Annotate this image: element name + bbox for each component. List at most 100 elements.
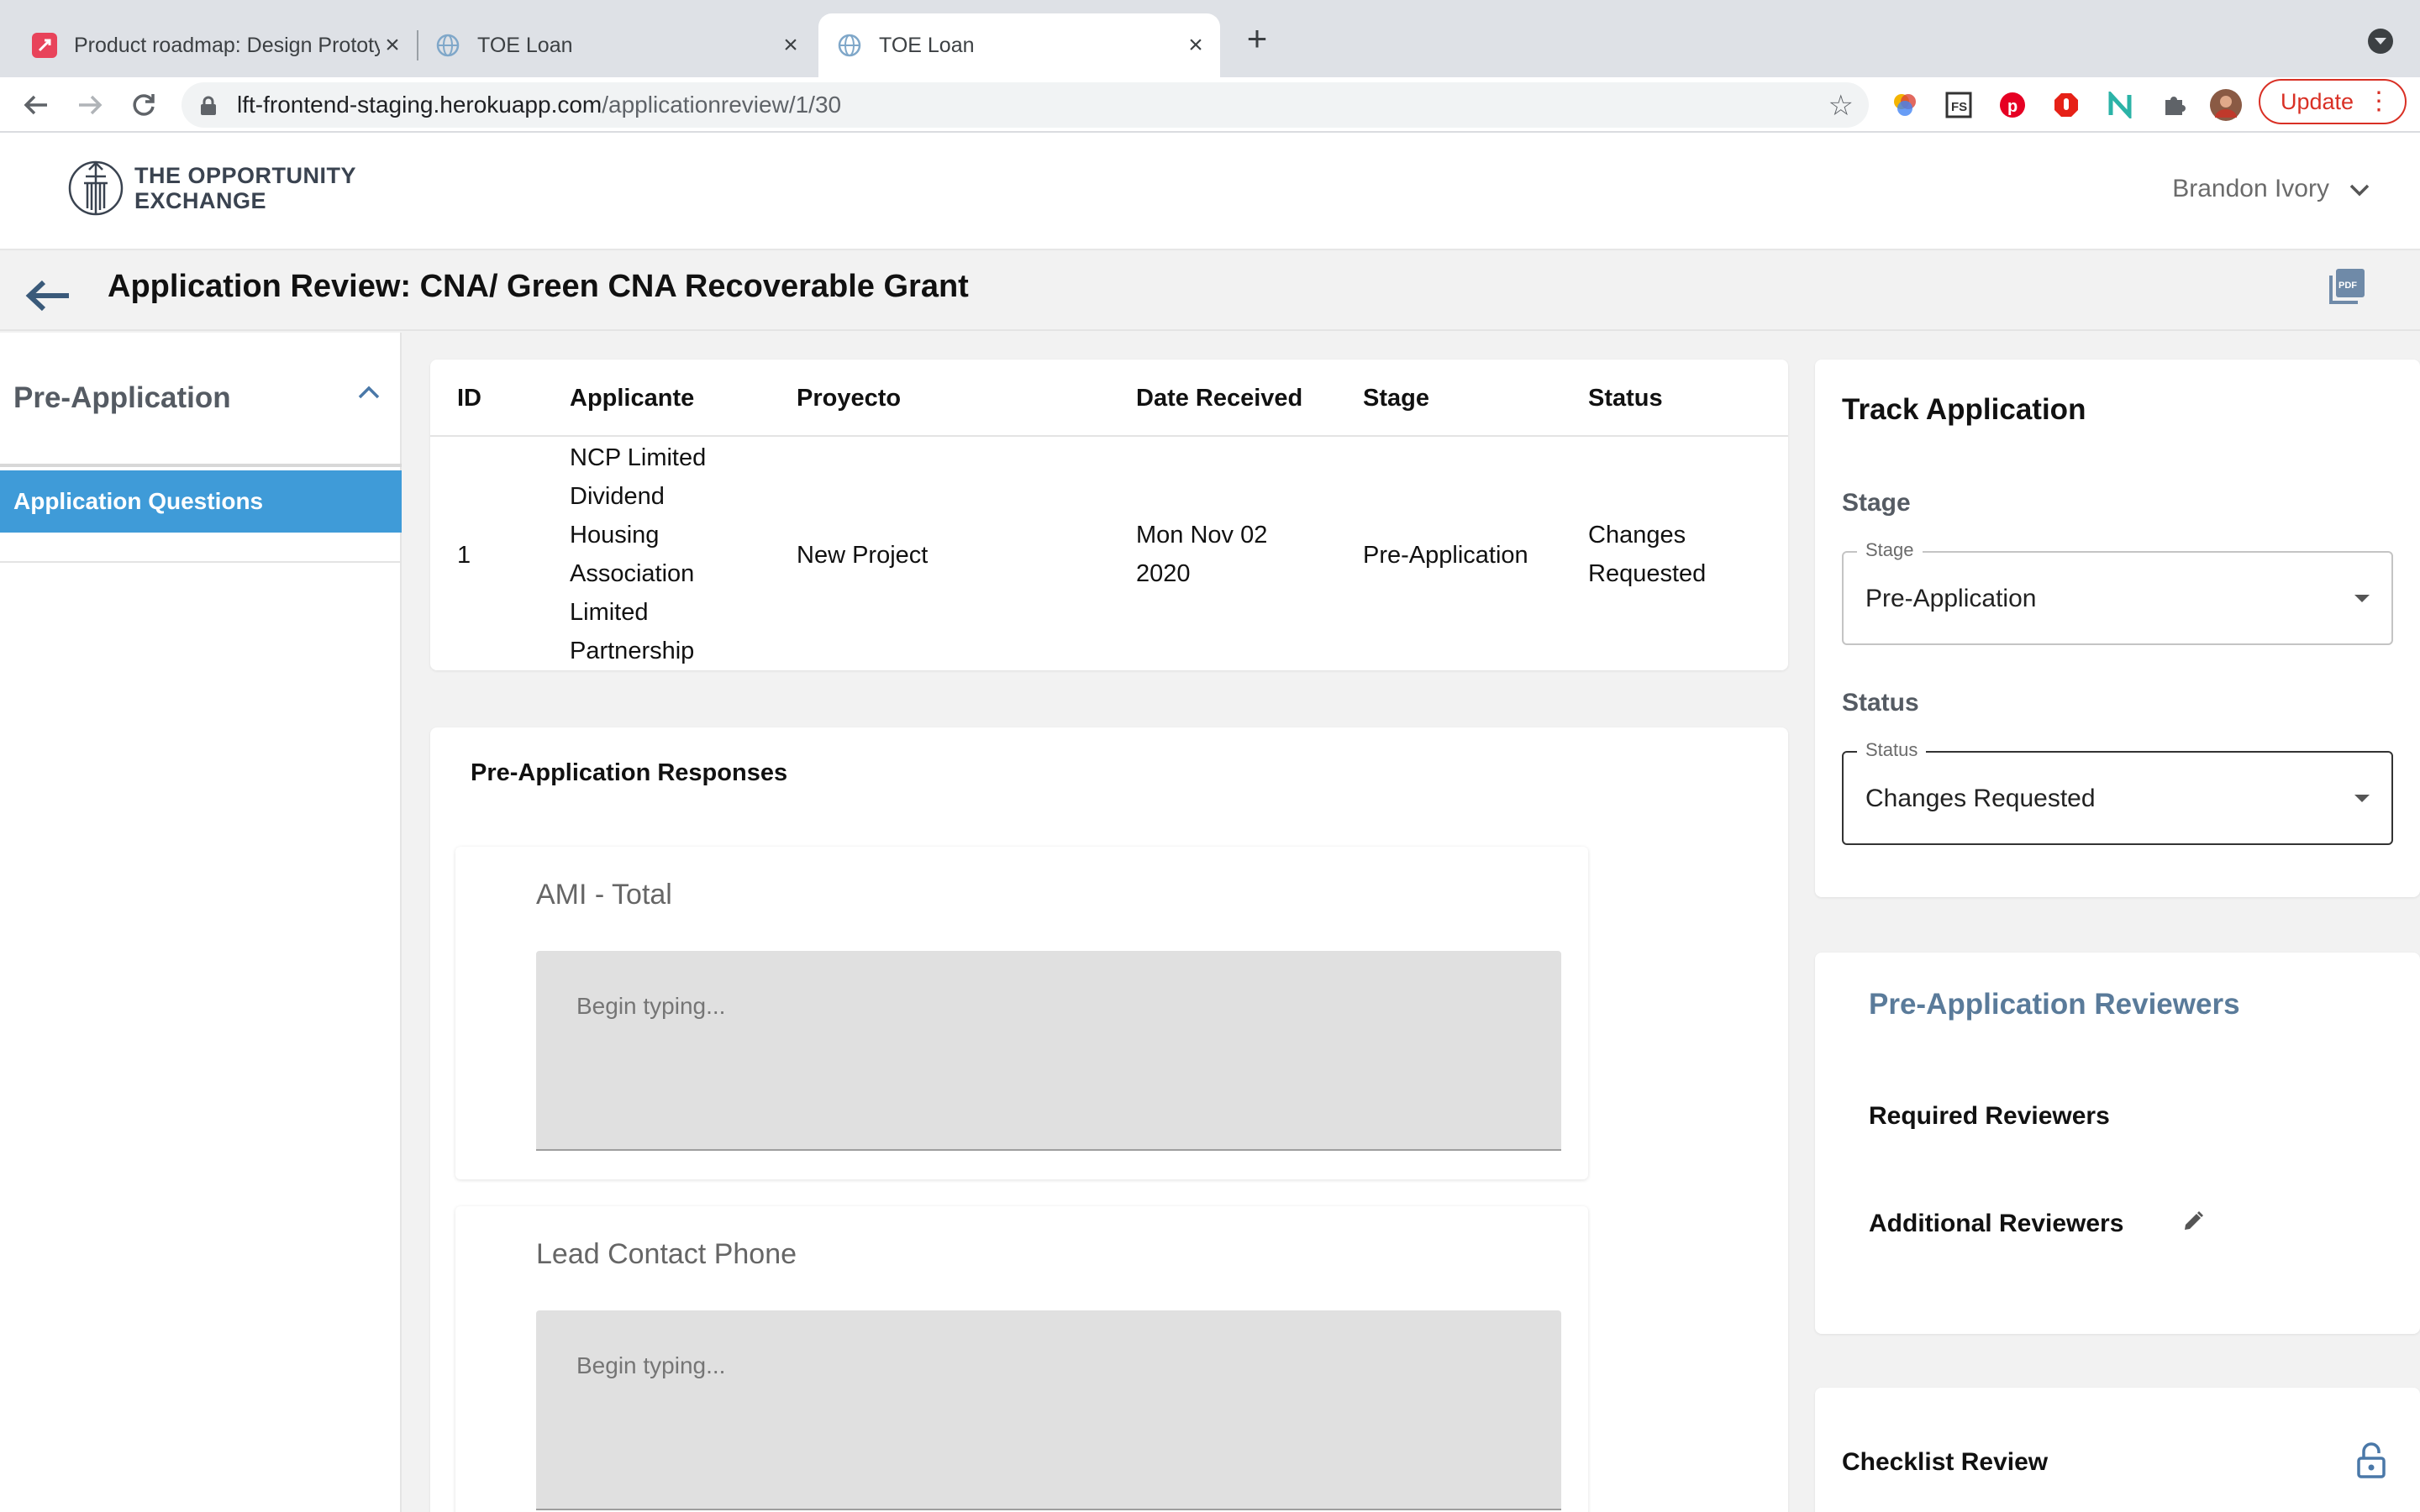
browser-tabstrip: Product roadmap: Design Prototyping × TO…: [0, 0, 2420, 77]
page-title: Application Review: CNA/ Green CNA Recov…: [108, 269, 969, 304]
tab-close-icon[interactable]: ×: [778, 31, 803, 59]
cell-status: Changes Requested: [1588, 516, 1706, 593]
tab-title: TOE Loan: [879, 33, 975, 57]
puzzle-extensions-icon[interactable]: [2158, 89, 2190, 121]
column-header-status: Status: [1588, 385, 1663, 412]
status-line: Changes: [1588, 522, 1686, 549]
column-header-project: Proyecto: [797, 385, 902, 412]
chevron-down-icon: [2349, 175, 2370, 203]
column-header-stage: Stage: [1363, 385, 1429, 412]
dropdown-caret-icon: [2354, 795, 2370, 802]
lead-contact-phone-input[interactable]: [536, 1310, 1561, 1510]
tab-search-icon[interactable]: [2368, 29, 2393, 54]
applicant-line: Partnership: [570, 638, 695, 664]
additional-reviewers-row: Additional Reviewers: [1869, 1210, 2203, 1238]
browser-forward-icon[interactable]: [71, 86, 109, 124]
browser-reload-icon[interactable]: [124, 86, 163, 124]
pre-application-reviewers-panel: Pre-Application Reviewers Required Revie…: [1815, 953, 2420, 1334]
applicant-line: NCP Limited: [570, 444, 707, 471]
status-heading: Status: [1842, 689, 1919, 717]
stage-select-legend: Stage: [1857, 539, 1923, 561]
browser-tab-toe-loan[interactable]: TOE Loan ×: [422, 13, 812, 77]
cell-date-received: Mon Nov 02 2020: [1136, 516, 1267, 593]
profile-avatar-icon[interactable]: [2210, 89, 2242, 121]
date-line: 2020: [1136, 560, 1191, 587]
globe-favicon-icon: [837, 33, 862, 58]
stage-select[interactable]: Stage Pre-Application: [1842, 539, 2393, 645]
url-path: /applicationreview/1/30: [602, 92, 842, 118]
track-application-panel: Track Application Stage Stage Pre-Applic…: [1815, 360, 2420, 897]
browser-back-icon[interactable]: [17, 86, 55, 124]
user-name: Brandon Ivory: [2172, 175, 2329, 202]
roadmap-favicon-icon: [32, 33, 57, 58]
logo-emblem-icon: [68, 160, 124, 216]
table-header-row: ID Applicante Proyecto Date Received Sta…: [430, 360, 1788, 437]
ami-total-input[interactable]: [536, 951, 1561, 1151]
status-select[interactable]: Status Changes Requested: [1842, 739, 2393, 845]
applicant-line: Dividend: [570, 483, 665, 510]
pencil-icon[interactable]: [2181, 1210, 2205, 1240]
reviewers-title: Pre-Application Reviewers: [1869, 988, 2240, 1021]
tab-separator: [417, 30, 418, 60]
sidebar-section-pre-application[interactable]: Pre-Application: [0, 333, 402, 467]
pinterest-extension-icon[interactable]: p: [1996, 89, 2028, 121]
sidebar-divider: [0, 561, 402, 563]
svg-text:FS: FS: [1951, 100, 1967, 114]
sidebar-section-label: Pre-Application: [13, 381, 231, 414]
opportunity-exchange-logo[interactable]: THE OPPORTUNITY EXCHANGE: [67, 158, 356, 218]
checklist-review-panel: Checklist Review: [1815, 1388, 2420, 1512]
bookmark-star-icon[interactable]: ☆: [1828, 89, 1854, 123]
pre-application-responses: Pre-Application Responses AMI - Total Le…: [430, 727, 1788, 1512]
adblock-extension-icon[interactable]: [2050, 89, 2082, 121]
cell-project: New Project: [797, 542, 929, 569]
globe-favicon-icon: [435, 33, 460, 58]
logo-line-2: EXCHANGE: [134, 188, 267, 213]
sidebar-item-application-questions[interactable]: Application Questions: [0, 470, 402, 533]
status-line: Requested: [1588, 560, 1707, 587]
responses-title: Pre-Application Responses: [471, 759, 788, 786]
application-summary-table: ID Applicante Proyecto Date Received Sta…: [430, 360, 1788, 670]
browser-tab-roadmap[interactable]: Product roadmap: Design Prototyping ×: [20, 13, 413, 77]
back-arrow-icon[interactable]: [25, 279, 71, 317]
stage-heading: Stage: [1842, 489, 1911, 517]
chevron-up-icon[interactable]: [358, 385, 380, 404]
cell-stage: Pre-Application: [1363, 542, 1528, 569]
question-label: AMI - Total: [536, 879, 672, 911]
lock-icon[interactable]: [2356, 1441, 2386, 1483]
applicant-line: Limited: [570, 599, 649, 626]
tab-title: Product roadmap: Design Prototyping: [74, 33, 380, 57]
color-wheel-extension-icon[interactable]: [1889, 89, 1921, 121]
stage-select-value: Pre-Application: [1865, 585, 2037, 612]
status-select-value: Changes Requested: [1865, 785, 2096, 812]
question-card-ami-total: AMI - Total: [455, 847, 1588, 1179]
column-header-date-received: Date Received: [1136, 385, 1303, 412]
user-menu[interactable]: Brandon Ivory: [2172, 175, 2370, 203]
page-titlebar: Application Review: CNA/ Green CNA Recov…: [0, 250, 2420, 331]
applicant-line: Association: [570, 560, 695, 587]
sidebar: Pre-Application Application Questions: [0, 333, 402, 1512]
more-menu-icon[interactable]: ⋮: [2366, 87, 2391, 116]
svg-text:p: p: [2007, 97, 2018, 116]
pdf-icon[interactable]: PDF: [2328, 267, 2366, 310]
logo-line-1: THE OPPORTUNITY: [134, 163, 357, 188]
date-line: Mon Nov 02: [1136, 522, 1268, 549]
tab-close-icon[interactable]: ×: [1183, 31, 1208, 59]
cell-applicant: NCP Limited Dividend Housing Association…: [570, 438, 706, 670]
checklist-title: Checklist Review: [1842, 1448, 2049, 1476]
browser-toolbar: lft-frontend-staging.herokuapp.com/appli…: [0, 77, 2420, 133]
update-label: Update: [2281, 88, 2354, 114]
n-extension-icon[interactable]: [2104, 89, 2136, 121]
app-header: THE OPPORTUNITY EXCHANGE Brandon Ivory: [0, 133, 2420, 250]
browser-tab-toe-loan-active[interactable]: TOE Loan ×: [818, 13, 1220, 77]
required-reviewers-label: Required Reviewers: [1869, 1102, 2110, 1130]
fs-extension-icon[interactable]: FS: [1943, 89, 1975, 121]
question-card-lead-contact-phone: Lead Contact Phone: [455, 1206, 1588, 1512]
update-button[interactable]: Update ⋮: [2259, 79, 2407, 124]
question-label: Lead Contact Phone: [536, 1238, 797, 1270]
cell-id: 1: [457, 542, 471, 569]
column-header-applicant: Applicante: [570, 385, 695, 412]
new-tab-plus-icon[interactable]: +: [1240, 21, 1274, 56]
tab-close-icon[interactable]: ×: [380, 31, 405, 59]
svg-text:PDF: PDF: [2338, 281, 2357, 291]
address-bar[interactable]: lft-frontend-staging.herokuapp.com/appli…: [182, 82, 1869, 128]
